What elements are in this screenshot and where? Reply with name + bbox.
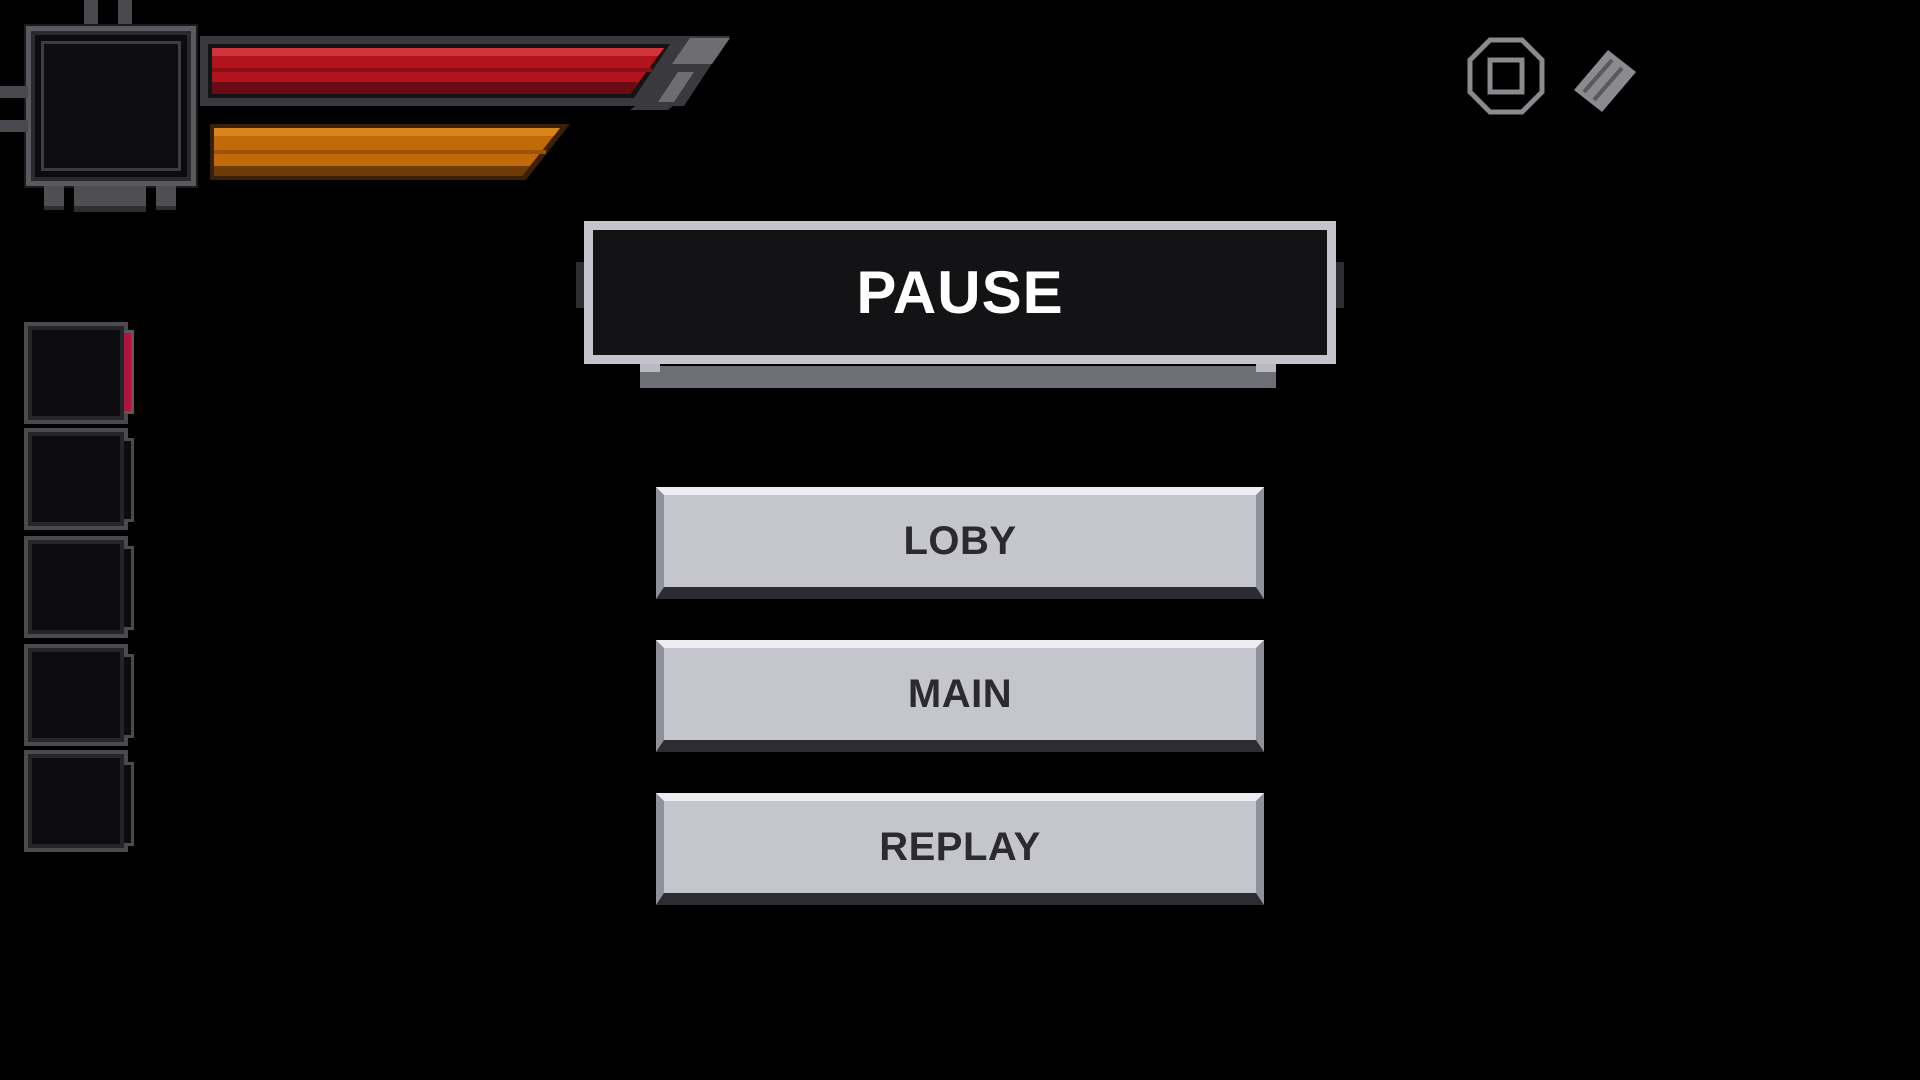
slot-indicator: [124, 654, 134, 738]
inventory-slot-5[interactable]: [24, 750, 128, 852]
main-button[interactable]: MAIN: [656, 640, 1264, 752]
pause-header-nub: [1336, 262, 1344, 308]
inventory-slot-4[interactable]: [24, 644, 128, 746]
character-portrait: [41, 41, 181, 171]
slot-indicator: [124, 762, 134, 846]
slot-indicator: [124, 438, 134, 522]
portrait-foot: [74, 186, 146, 212]
status-bars: [200, 36, 730, 180]
portrait-peg: [0, 86, 28, 98]
pause-header-nub: [576, 262, 584, 308]
portrait-foot: [156, 186, 176, 210]
pause-header-shadow: [640, 362, 1276, 388]
main-button-label: MAIN: [907, 671, 1013, 716]
pause-title: PAUSE: [856, 259, 1064, 326]
portrait-peg: [84, 0, 98, 24]
game-screen: PAUSE LOBY MAIN REPLAY: [0, 0, 1920, 1080]
slot-indicator-active: [124, 330, 134, 414]
stop-icon[interactable]: [1466, 36, 1546, 116]
slot-indicator: [124, 546, 134, 630]
ticket-icon[interactable]: [1564, 40, 1644, 120]
pause-header: PAUSE: [584, 221, 1336, 364]
replay-button-label: REPLAY: [879, 824, 1041, 869]
portrait-foot: [44, 186, 64, 210]
replay-button[interactable]: REPLAY: [656, 793, 1264, 905]
lobby-button-label: LOBY: [903, 518, 1017, 563]
inventory-slot-2[interactable]: [24, 428, 128, 530]
inventory-slot-1[interactable]: [24, 322, 128, 424]
inventory-slot-3[interactable]: [24, 536, 128, 638]
lobby-button[interactable]: LOBY: [656, 487, 1264, 599]
character-portrait-frame: [26, 26, 196, 186]
portrait-peg: [0, 120, 28, 132]
portrait-peg: [118, 0, 132, 24]
